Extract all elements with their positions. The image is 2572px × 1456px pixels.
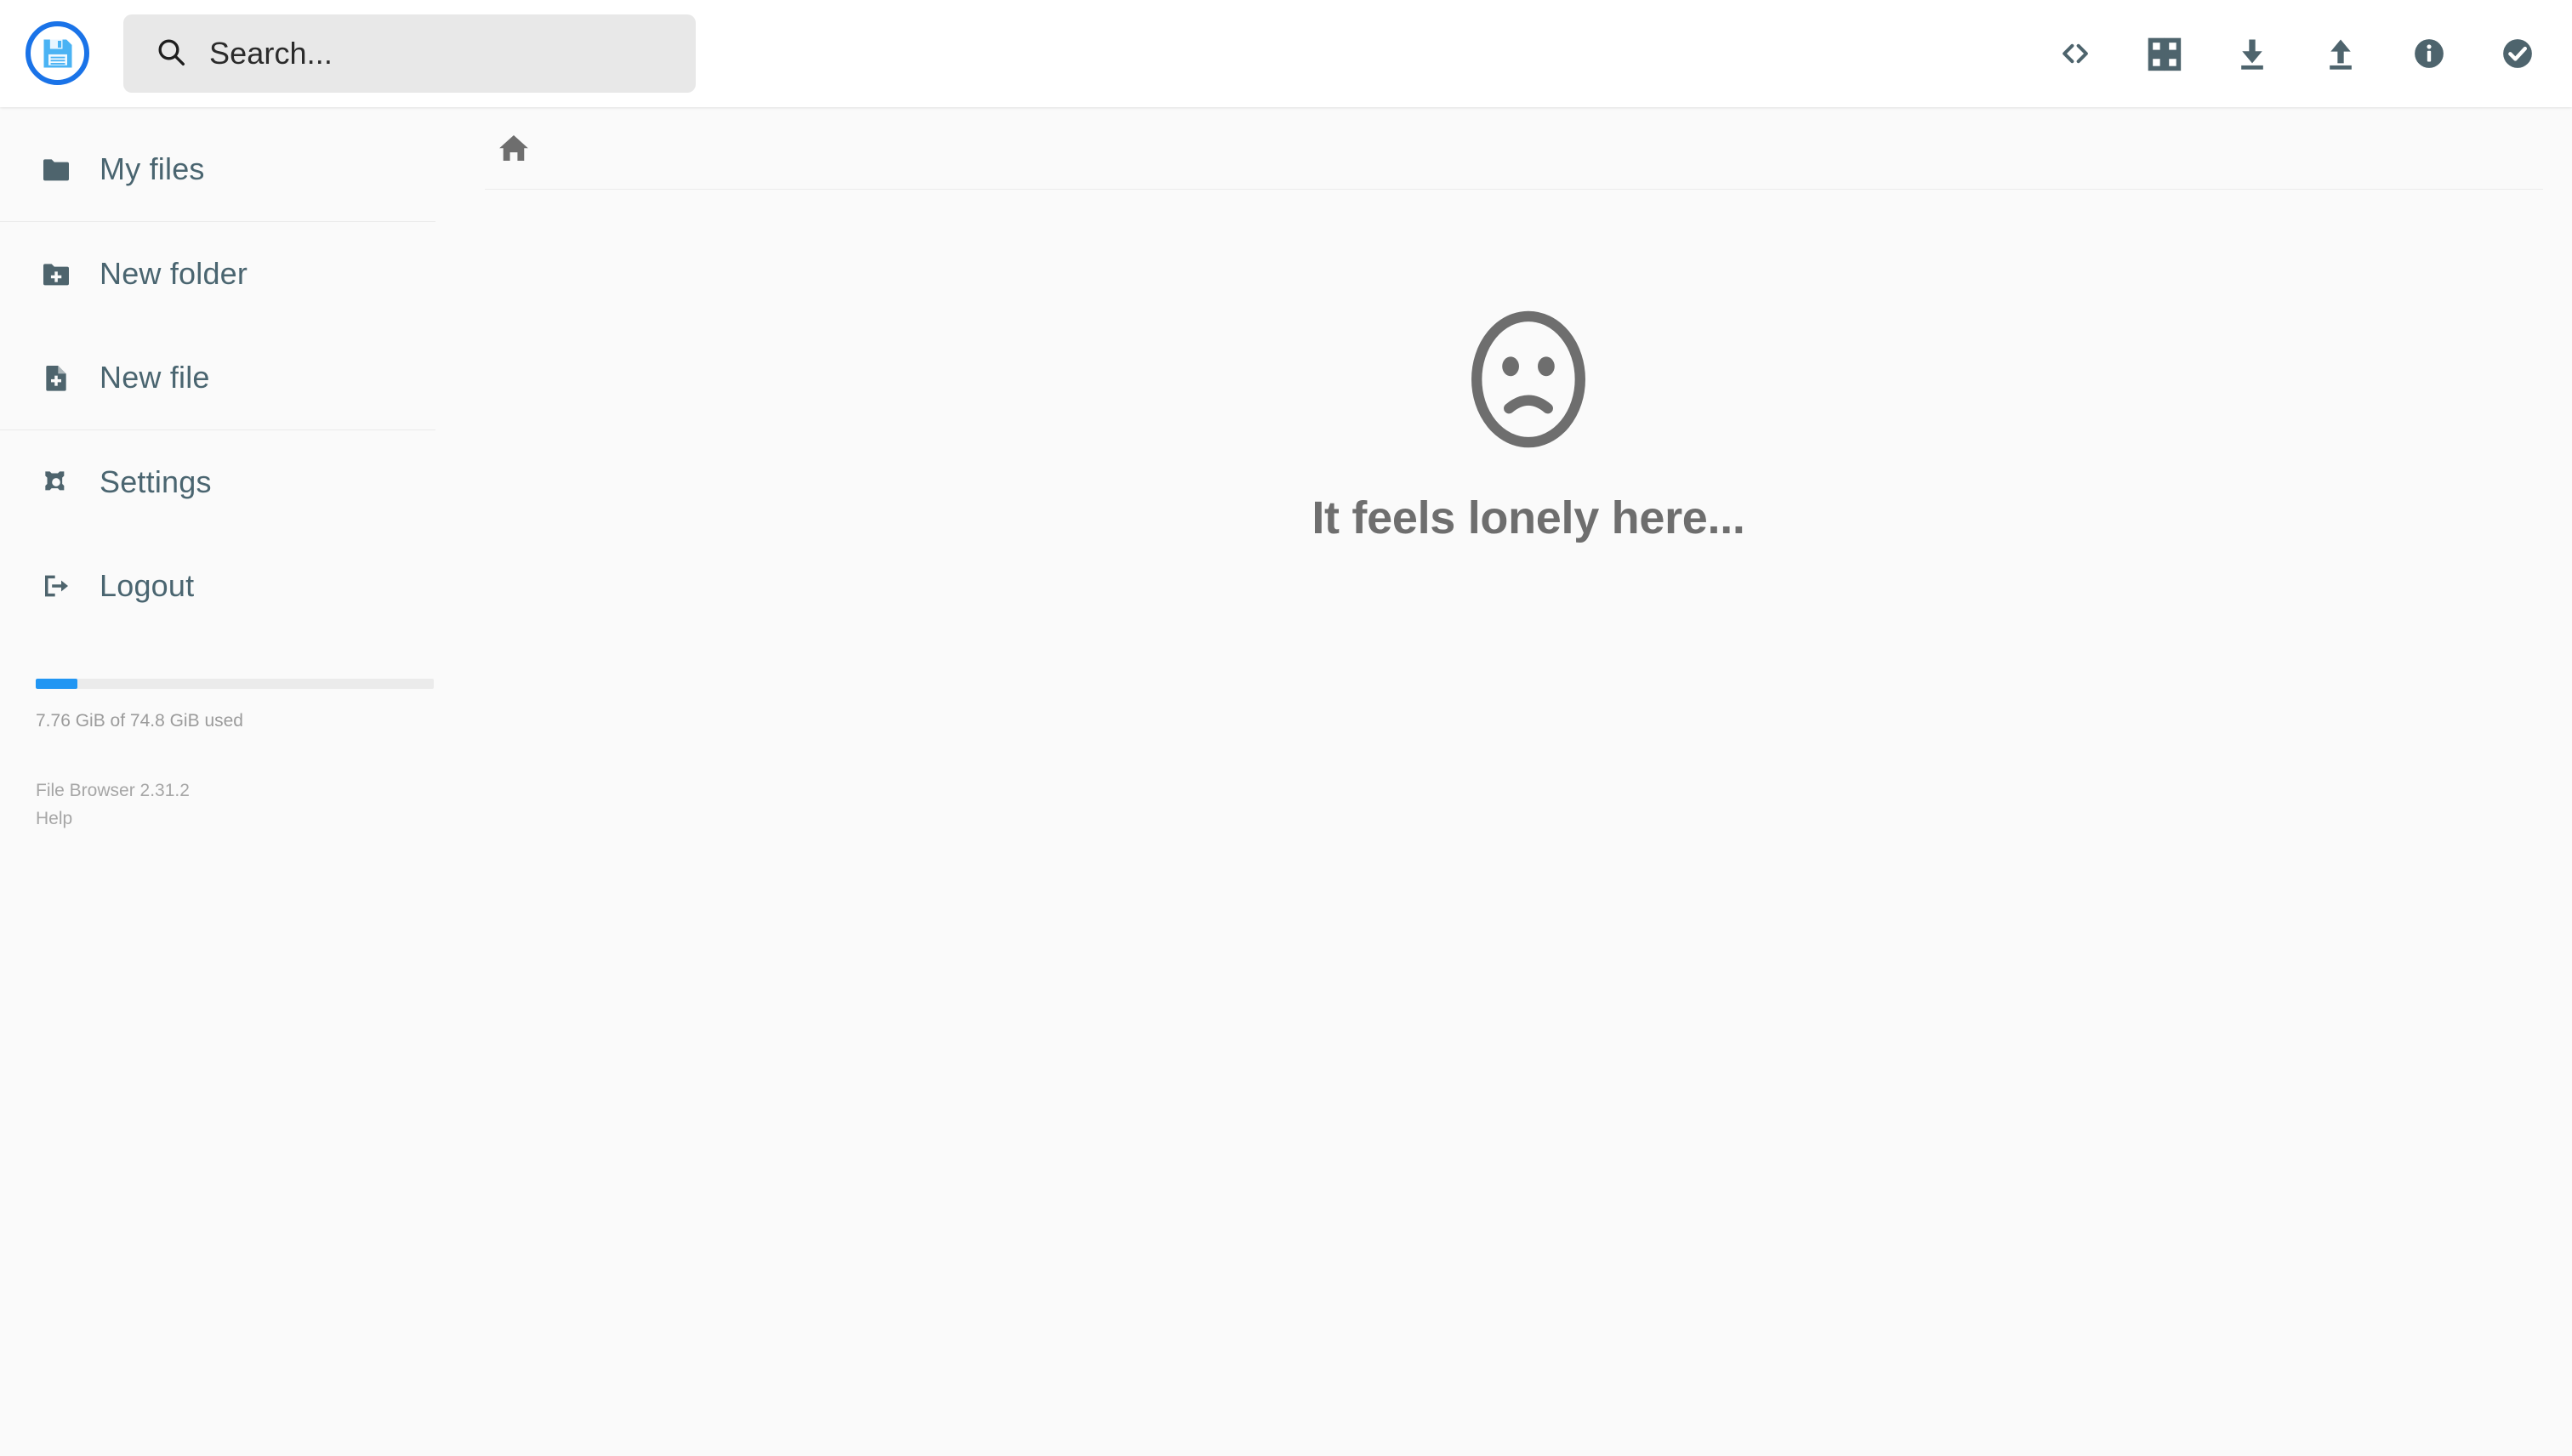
- sidebar-item-label: My files: [100, 151, 205, 186]
- code-icon[interactable]: [2051, 30, 2099, 77]
- sidebar-group-create: New folder New file: [0, 222, 485, 429]
- header-action-bar: [2051, 0, 2541, 107]
- app-logo-button[interactable]: [26, 21, 89, 85]
- empty-state-message: It feels lonely here...: [1312, 492, 1745, 543]
- sidebar-group-account: Settings Logout: [0, 430, 485, 638]
- sidebar-item-my-files[interactable]: My files: [0, 117, 485, 221]
- storage-usage-label: 7.76 GiB of 74.8 GiB used: [36, 711, 243, 731]
- sidebar-item-label: Logout: [100, 568, 195, 603]
- storage-usage: 7.76 GiB of 74.8 GiB used: [0, 679, 485, 731]
- logout-icon: [36, 566, 77, 606]
- folder-icon: [36, 149, 77, 190]
- help-link[interactable]: Help: [36, 805, 72, 833]
- sidebar-item-settings[interactable]: Settings: [0, 430, 485, 534]
- sidebar-item-label: Settings: [100, 464, 212, 499]
- info-circle-icon[interactable]: [2405, 30, 2453, 77]
- upload-icon[interactable]: [2317, 30, 2364, 77]
- download-icon[interactable]: [2228, 30, 2276, 77]
- sidebar: My files New folder New file Settings Lo…: [0, 107, 485, 1456]
- check-circle-icon[interactable]: [2494, 30, 2541, 77]
- search-input[interactable]: Search...: [123, 14, 696, 93]
- storage-progress-bar[interactable]: [36, 679, 434, 689]
- sidebar-group-files: My files: [0, 117, 485, 221]
- sidebar-credits: File Browser 2.31.2 Help: [0, 777, 485, 833]
- file-plus-icon: [36, 357, 77, 398]
- app-header: Search...: [0, 0, 2572, 107]
- search-placeholder-text: Search...: [209, 36, 333, 71]
- sidebar-item-new-file[interactable]: New file: [0, 326, 485, 429]
- search-icon: [154, 35, 188, 73]
- sidebar-item-logout[interactable]: Logout: [0, 534, 485, 638]
- sidebar-item-label: New file: [100, 360, 210, 395]
- storage-progress-fill: [36, 679, 77, 689]
- sidebar-item-label: New folder: [100, 256, 248, 291]
- main-content: It feels lonely here...: [485, 107, 2572, 1456]
- empty-state: It feels lonely here...: [485, 299, 2572, 544]
- app-version-label: File Browser 2.31.2: [36, 781, 190, 800]
- breadcrumb: [485, 107, 2543, 190]
- sidebar-item-new-folder[interactable]: New folder: [0, 222, 485, 326]
- folder-plus-icon: [36, 253, 77, 294]
- floppy-disk-icon: [39, 35, 77, 72]
- sad-face-icon: [1448, 299, 1609, 464]
- grid-view-icon[interactable]: [2140, 30, 2188, 77]
- home-icon[interactable]: [492, 126, 536, 170]
- gear-icon: [36, 462, 77, 503]
